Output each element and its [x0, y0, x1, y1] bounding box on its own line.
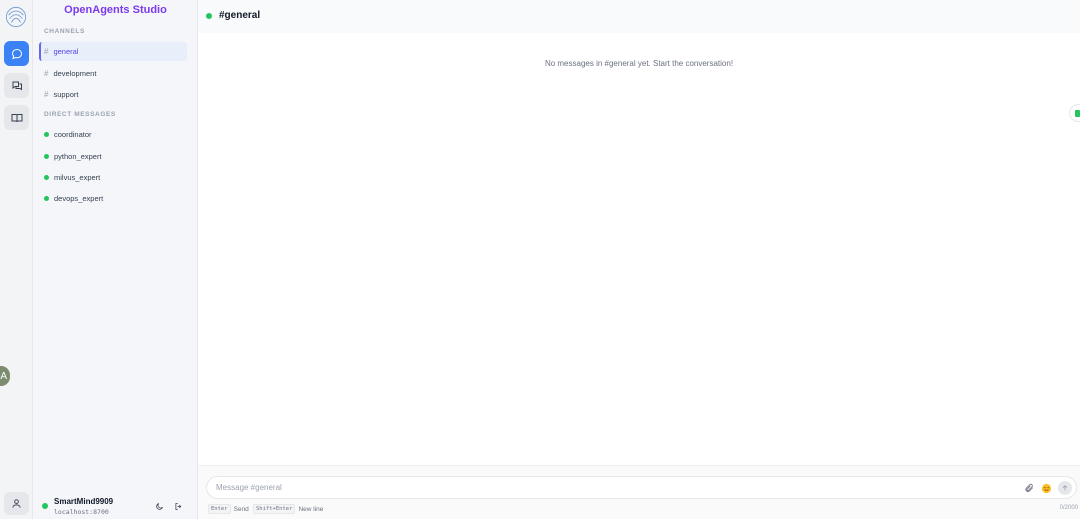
user-host: localhost:8700: [54, 508, 109, 516]
main-panel: #general No messages in #general yet. St…: [198, 0, 1080, 519]
online-status-icon: [44, 132, 49, 137]
send-arrow-icon: [1062, 485, 1068, 491]
online-status-icon: [42, 503, 48, 509]
dm-item-milvus-expert[interactable]: milvus_expert: [39, 168, 187, 187]
newline-hint: Shift+Enter New line: [253, 504, 323, 514]
user-name: SmartMind9909: [54, 497, 114, 506]
chat-bubble-icon: [11, 48, 22, 59]
chat-nav-button[interactable]: [4, 41, 29, 66]
paperclip-icon[interactable]: [1023, 482, 1035, 494]
dm-item-coordinator[interactable]: coordinator: [39, 125, 187, 144]
moon-icon: [155, 502, 163, 510]
online-status-icon: [44, 196, 49, 201]
enter-key: Enter: [208, 504, 231, 514]
forum-nav-button[interactable]: [4, 73, 29, 98]
send-button[interactable]: [1058, 481, 1072, 495]
book-icon: [11, 113, 22, 122]
user-panel: SmartMind9909 localhost:8700: [33, 490, 198, 519]
dm-label: devops_expert: [54, 194, 104, 203]
icon-rail: A: [0, 0, 33, 519]
docs-nav-button[interactable]: [4, 105, 29, 130]
user-icon: [12, 499, 21, 508]
app-title: OpenAgents Studio: [64, 4, 167, 16]
online-status-icon: [44, 154, 49, 159]
logout-icon: [175, 502, 181, 510]
channels-section-title: CHANNELS: [44, 28, 85, 35]
panel-icon: [1075, 110, 1080, 117]
send-hint: Enter Send: [208, 504, 249, 514]
dm-item-python-expert[interactable]: python_expert: [39, 147, 187, 166]
shift-enter-key: Shift+Enter: [253, 504, 296, 514]
newline-hint-label: New line: [298, 505, 324, 513]
online-status-icon: [44, 175, 49, 180]
channel-item-development[interactable]: # development: [39, 64, 187, 83]
dm-item-devops-expert[interactable]: devops_expert: [39, 189, 187, 208]
chat-bubbles-icon: [12, 81, 22, 90]
channel-header: #general: [198, 0, 1080, 33]
sidebar: OpenAgents Studio CHANNELS # general # d…: [33, 0, 198, 519]
message-input[interactable]: [206, 476, 1077, 499]
theme-toggle-button[interactable]: [153, 500, 165, 512]
side-panel-toggle[interactable]: [1069, 104, 1080, 122]
online-status-icon: [206, 13, 212, 19]
empty-state-message: No messages in #general yet. Start the c…: [544, 59, 734, 68]
channel-label: support: [53, 90, 79, 99]
profile-button[interactable]: [4, 492, 29, 515]
app-logo-icon: [5, 6, 27, 28]
char-counter: 0/2000: [1059, 505, 1078, 511]
channel-title: #general: [219, 10, 261, 21]
message-composer: Enter Send Shift+Enter New line 0/2000: [198, 465, 1080, 519]
dm-label: milvus_expert: [54, 173, 101, 182]
emoji-icon[interactable]: [1040, 482, 1052, 494]
channel-label: general: [53, 47, 79, 56]
channel-item-general[interactable]: # general: [39, 42, 187, 61]
dm-section-title: DIRECT MESSAGES: [44, 111, 116, 118]
agent-avatar[interactable]: A: [0, 366, 10, 386]
hash-icon: #: [44, 69, 49, 78]
channel-item-support[interactable]: # support: [39, 85, 187, 104]
hash-icon: #: [44, 47, 49, 56]
hash-icon: #: [44, 90, 49, 99]
dm-label: python_expert: [54, 152, 102, 161]
logout-button[interactable]: [172, 500, 184, 512]
dm-label: coordinator: [54, 130, 92, 139]
channel-label: development: [53, 69, 97, 78]
send-hint-label: Send: [233, 505, 249, 513]
